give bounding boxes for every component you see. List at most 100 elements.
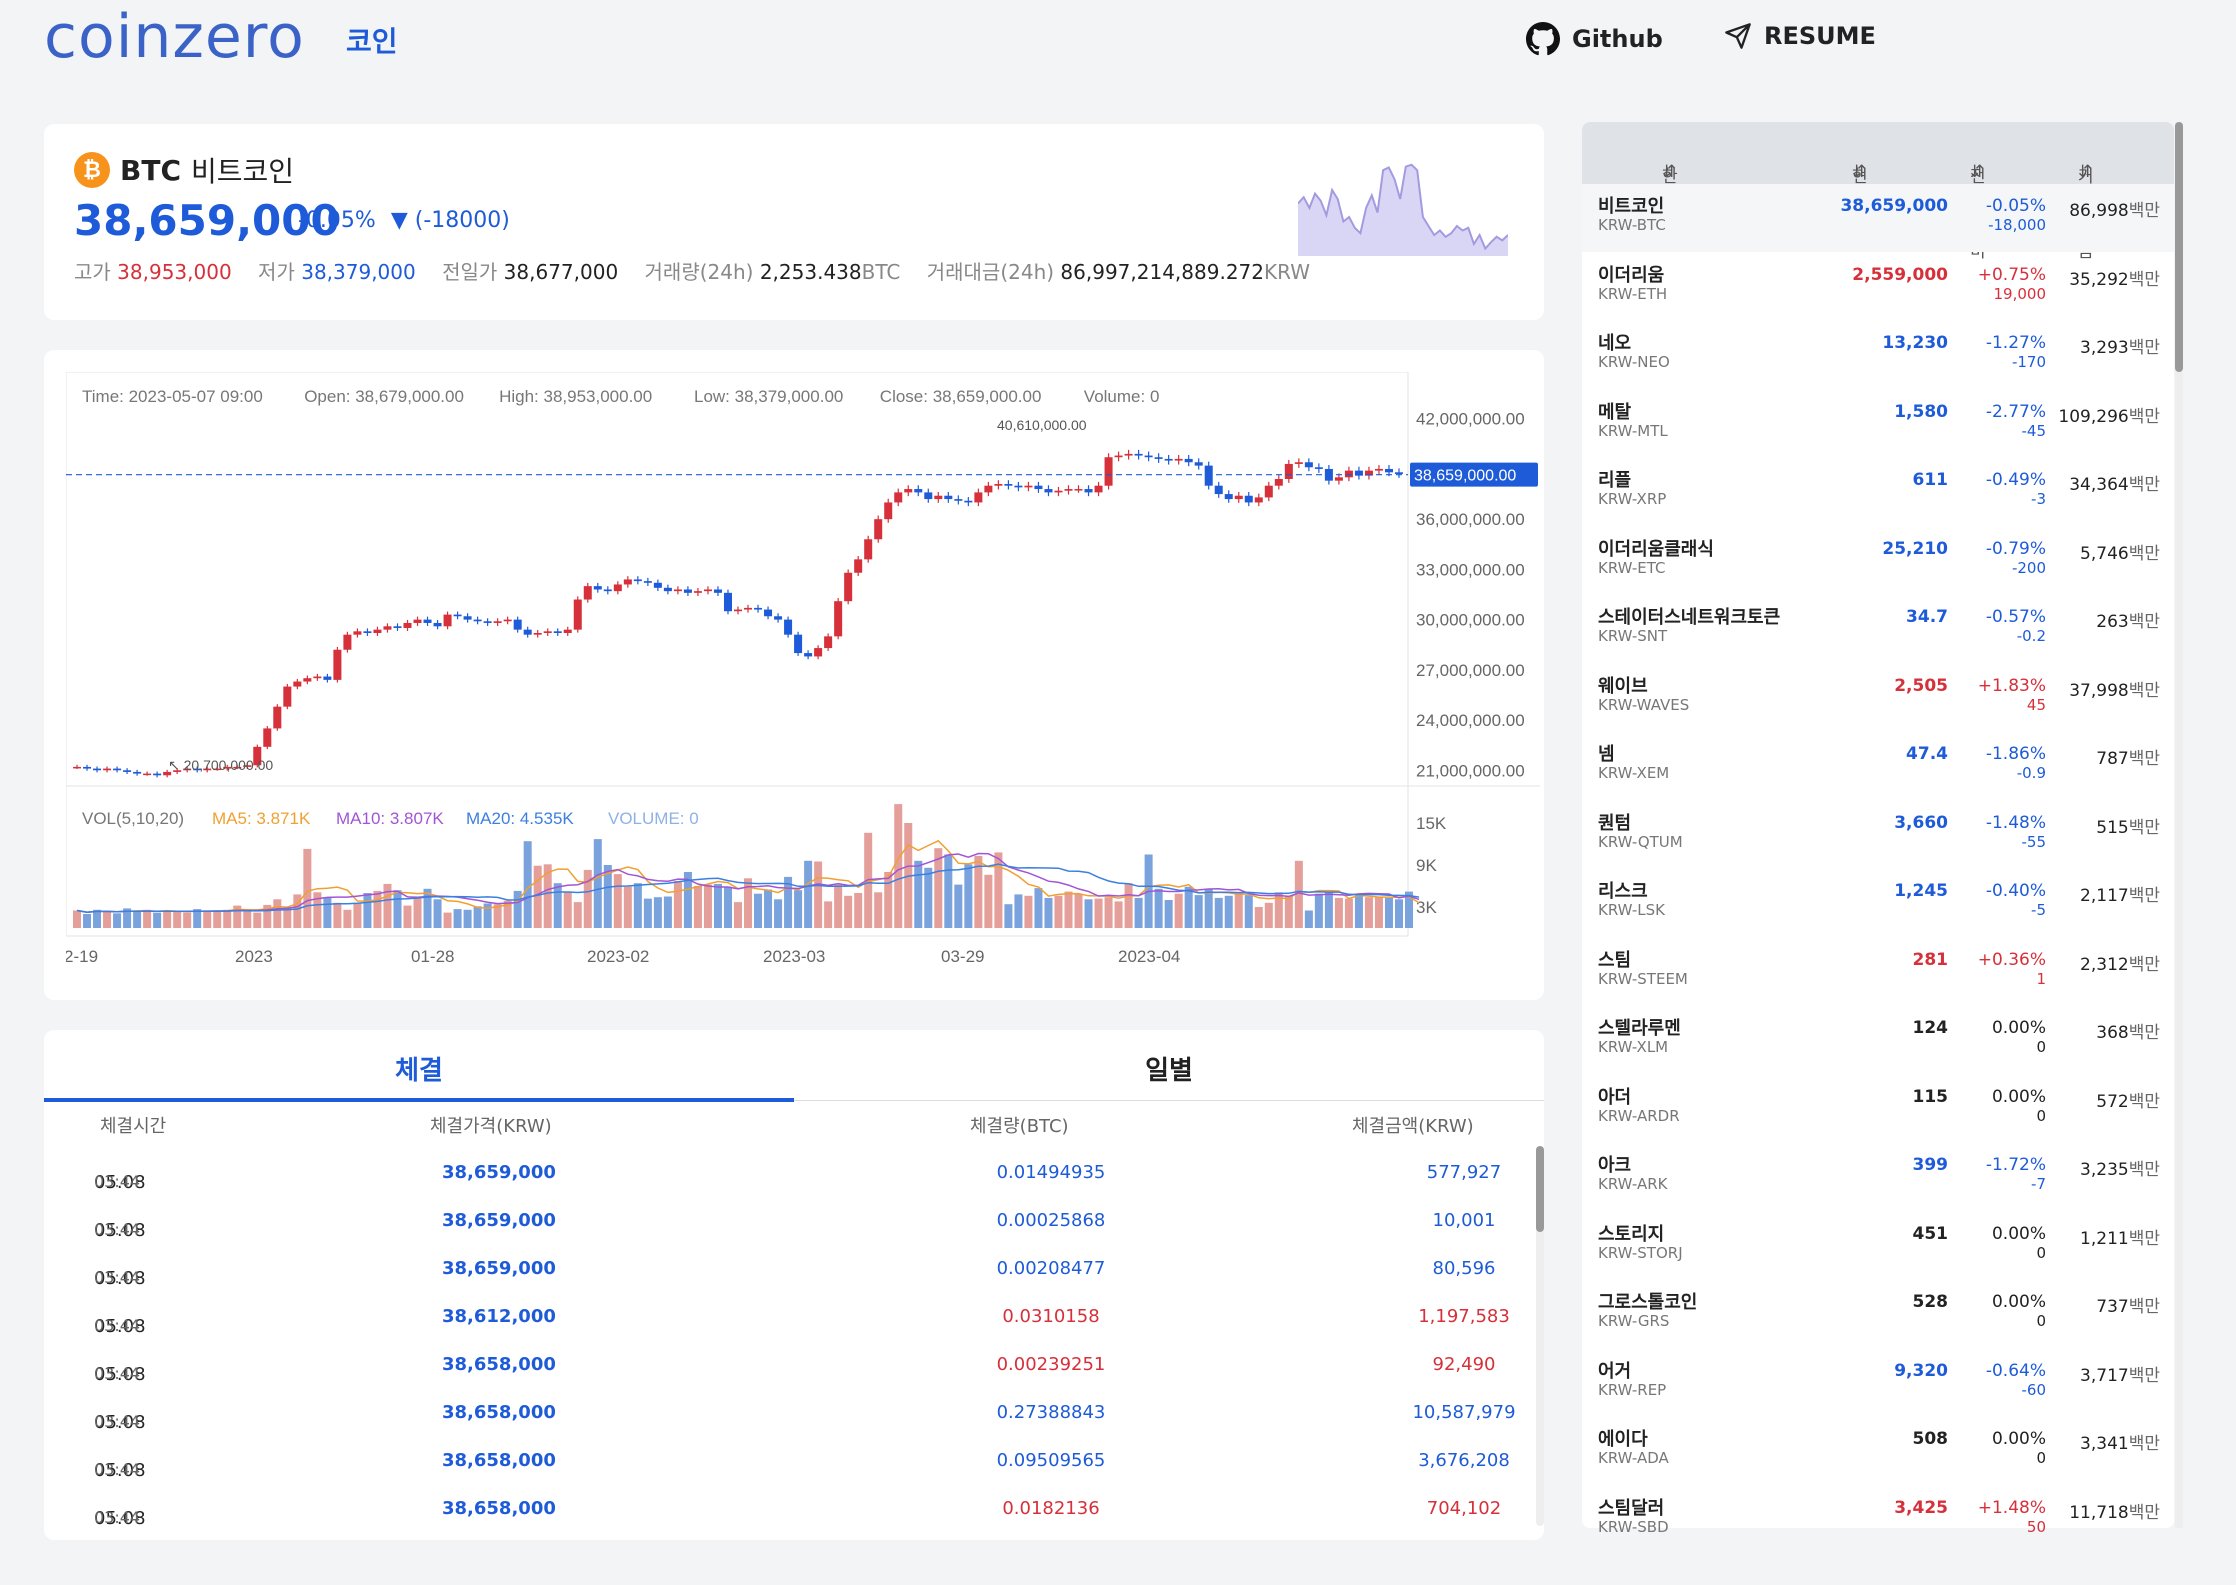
amount-value: 86,997,214,889.272KRW	[1060, 260, 1310, 284]
coin-row[interactable]: 스텔라루멘 KRW-XLM 124 0.00% 0 368백만	[1582, 1006, 2174, 1074]
volume-value: 2,253.438BTC	[759, 260, 901, 284]
coin-volume: 11,718백만	[2069, 1502, 2160, 1523]
coin-row[interactable]: 스팀 KRW-STEEM 281 +0.36% 1 2,312백만	[1582, 938, 2174, 1006]
coin-volume: 2,312백만	[2080, 954, 2160, 975]
coin-row[interactable]: 이더리움클래식 KRW-ETC 25,210 -0.79% -200 5,746백만	[1582, 527, 2174, 595]
volume-bar	[984, 874, 993, 928]
trade-qty: 0.09509565	[996, 1450, 1106, 1471]
volume-bar	[253, 912, 262, 928]
header-trade-amount: 체결금액(KRW)	[1352, 1116, 1474, 1137]
volume-tick-label: 9K	[1416, 856, 1437, 875]
coin-row[interactable]: 스토리지 KRW-STORJ 451 0.00% 0 1,211백만	[1582, 1212, 2174, 1280]
trade-qty: 0.00208477	[996, 1258, 1106, 1279]
candle-body	[1104, 457, 1113, 486]
coin-name: 아더	[1598, 1086, 1632, 1108]
coin-code: KRW-ARDR	[1598, 1106, 1680, 1125]
trade-scrollbar[interactable]	[1536, 1146, 1544, 1526]
coin-row[interactable]: 웨이브 KRW-WAVES 2,505 +1.83% 45 37,998백만	[1582, 664, 2174, 732]
coin-name: 에이다	[1598, 1429, 1648, 1450]
coin-row[interactable]: 스테이터스네트워크토큰 KRW-SNT 34.7 -0.57% -0.2 263백만	[1582, 595, 2174, 663]
prev-label: 전일가	[442, 260, 498, 284]
trade-row: 05.08 03:44 38,659,000 0.00025868 10,001	[44, 1200, 1544, 1248]
candle-body	[1094, 485, 1103, 493]
high-value: 38,953,000	[117, 260, 232, 284]
trade-amount: 10,001	[1432, 1210, 1496, 1231]
volume-bar	[1064, 891, 1073, 928]
logo[interactable]: coinzero	[44, 2, 305, 72]
coin-row[interactable]: 리플 KRW-XRP 611 -0.49% -3 34,364백만	[1582, 458, 2174, 526]
candle-body	[613, 584, 622, 592]
trade-qty: 0.01494935	[996, 1162, 1106, 1183]
coin-row[interactable]: 넴 KRW-XEM 47.4 -1.86% -0.9 787백만	[1582, 732, 2174, 800]
coin-row[interactable]: 에이다 KRW-ADA 508 0.00% 0 3,341백만	[1582, 1417, 2174, 1485]
coin-row[interactable]: 비트코인 KRW-BTC 38,659,000 -0.05% -18,000 86,998…	[1582, 184, 2174, 252]
nav-coin-link[interactable]: 코인	[346, 20, 398, 60]
resume-link[interactable]: RESUME	[1724, 22, 1876, 50]
candle-body	[703, 589, 712, 592]
coin-row[interactable]: 스팀달러 KRW-SBD 3,425 +1.48% 50 11,718백만	[1582, 1486, 2174, 1554]
x-tick-label: 01-28	[411, 947, 454, 966]
coin-list-scrollbar[interactable]	[2175, 122, 2183, 1528]
volume-bar	[794, 890, 803, 928]
coin-code: KRW-SNT	[1598, 627, 1668, 645]
volume-bar	[774, 899, 783, 928]
coin-name: 웨이브	[1598, 675, 1648, 697]
candle-body	[864, 539, 873, 560]
coin-name: 리플	[1598, 470, 1632, 491]
coin-row[interactable]: 그로스톨코인 KRW-GRS 528 0.00% 0 737백만	[1582, 1280, 2174, 1348]
volume-bar	[213, 911, 222, 928]
coin-row[interactable]: 이더리움 KRW-ETH 2,559,000 +0.75% 19,000 35,292백만	[1582, 253, 2174, 321]
coin-row[interactable]: 네오 KRW-NEO 13,230 -1.27% -170 3,293백만	[1582, 321, 2174, 389]
coin-row[interactable]: 아더 KRW-ARDR 115 0.00% 0 572백만	[1582, 1075, 2174, 1143]
coin-change-rate: 0.00%	[1991, 1429, 2046, 1449]
volume-bar	[1184, 886, 1193, 928]
candle-body	[313, 676, 322, 679]
volume-bar	[73, 910, 82, 928]
coin-change-abs: -0.2	[2016, 627, 2046, 645]
coin-row[interactable]: 어거 KRW-REP 9,320 -0.64% -60 3,717백만	[1582, 1349, 2174, 1417]
tab-daily[interactable]: 일별	[794, 1050, 1544, 1087]
github-link[interactable]: Github	[1526, 22, 1663, 56]
coin-name: 비트코인	[1598, 196, 1665, 217]
volume-bar	[824, 901, 833, 928]
coin-change-abs: 45	[2026, 695, 2046, 714]
volume-bar	[183, 912, 192, 928]
volume-bar	[723, 886, 732, 928]
candle-body	[463, 616, 472, 620]
coin-volume: 515백만	[2096, 817, 2160, 838]
coin-row[interactable]: 리스크 KRW-LSK 1,245 -0.40% -5 2,117백만	[1582, 869, 2174, 937]
volume-bar	[1344, 898, 1353, 928]
volume-bar	[433, 899, 442, 928]
coin-name: 아크	[1598, 1155, 1632, 1176]
volume-bar	[1384, 897, 1393, 928]
candle-body	[1184, 458, 1193, 463]
trade-row: 05.08 03:44 38,658,000 0.00239251 92,490	[44, 1344, 1544, 1392]
coin-change-abs: 0	[2036, 1106, 2046, 1125]
coin-price: 2,505	[1894, 675, 1948, 696]
coin-row[interactable]: 아크 KRW-ARK 399 -1.72% -7 3,235백만	[1582, 1143, 2174, 1211]
trade-price: 38,658,000	[442, 1450, 556, 1471]
coin-row[interactable]: 메탈 KRW-MTL 1,580 -2.77% -45 109,296백만	[1582, 390, 2174, 458]
coin-row[interactable]: 퀀텀 KRW-QTUM 3,660 -1.48% -55 515백만	[1582, 801, 2174, 869]
volume-bar	[83, 914, 92, 928]
candle-body	[663, 587, 672, 592]
volume-bar	[1244, 895, 1253, 928]
price-chart[interactable]: 42,000,000.00 36,000,000.00 33,000,000.00 3…	[66, 372, 1546, 972]
ma20-label: MA20: 4.535K	[466, 809, 574, 828]
trade-price: 38,659,000	[442, 1210, 556, 1231]
tab-trades[interactable]: 체결	[44, 1050, 794, 1087]
volume-bar	[1304, 910, 1313, 928]
sparkline-chart	[1298, 163, 1508, 256]
coin-code: KRW-BTC	[1598, 216, 1666, 234]
candle-body	[533, 633, 542, 635]
x-tick-label: 2023-03	[763, 947, 825, 966]
coin-change-abs: 0	[2036, 1449, 2046, 1467]
coin-change-abs: -60	[2021, 1380, 2047, 1399]
coin-price: 47.4	[1906, 744, 1948, 764]
coin-volume: 1,211백만	[2080, 1228, 2160, 1249]
candle-body	[683, 589, 692, 593]
candle-body	[1174, 458, 1183, 461]
coin-change-abs: -3	[2031, 490, 2046, 508]
coin-price: 34.7	[1906, 607, 1948, 627]
trade-row: 05.08 03:44 38,659,000 0.01494935 577,927	[44, 1152, 1544, 1200]
